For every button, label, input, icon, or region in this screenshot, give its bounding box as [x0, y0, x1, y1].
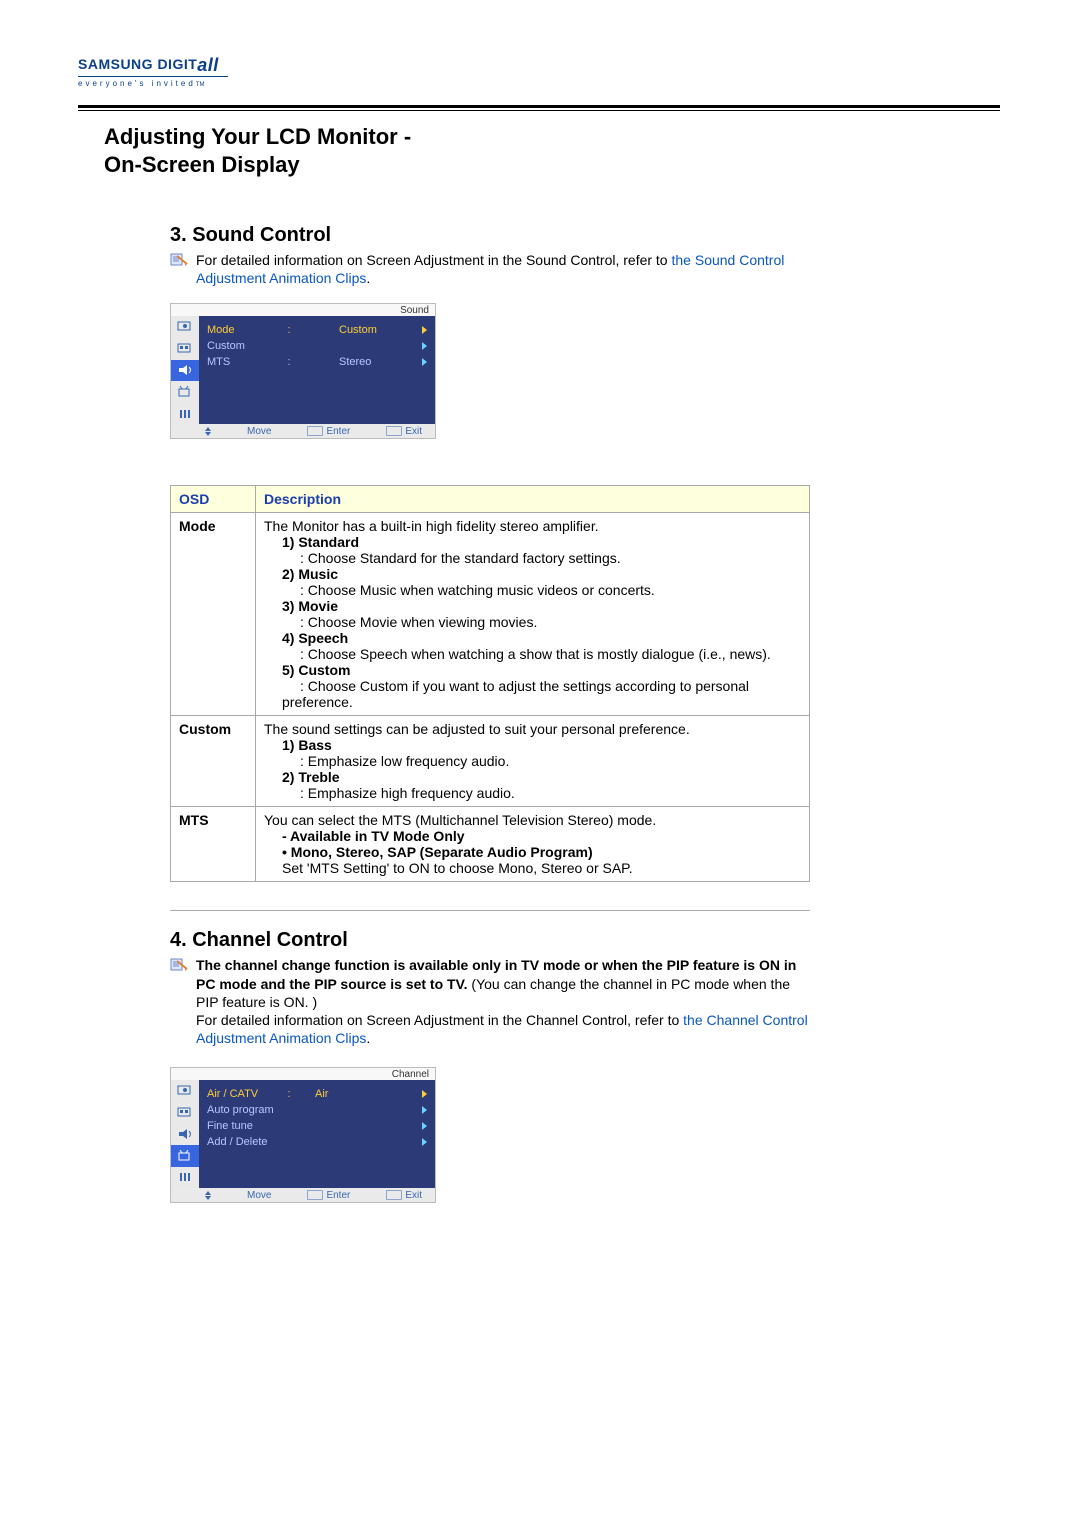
arrow-right-icon [422, 342, 427, 350]
osd-channel-preview: Channel Air / CATV : Air [170, 1067, 436, 1203]
header-rule-thin [78, 110, 1000, 111]
sound-description-table: OSD Description Mode The Monitor has a b… [170, 485, 810, 882]
osd-tab-setup-icon [171, 1167, 199, 1189]
osd-row-mode: Mode : Custom [207, 322, 427, 338]
osd-tab-channel-icon [171, 1145, 199, 1167]
arrow-right-icon [422, 358, 427, 366]
osd-tabs [171, 1080, 199, 1188]
osd-tab-picture-icon [171, 1080, 199, 1102]
logo-tagline: everyone's invited [78, 79, 196, 88]
tip-icon [170, 958, 188, 972]
table-header-osd: OSD [171, 486, 256, 513]
section-divider [170, 910, 810, 911]
table-header-desc: Description [256, 486, 810, 513]
table-row: Custom The sound settings can be adjuste… [171, 716, 810, 807]
osd-row-autoprogram: Auto program [207, 1102, 427, 1118]
osd-row-mts: MTS : Stereo [207, 354, 427, 370]
osd-tab-setup-icon [171, 403, 199, 425]
osd-tab-sound-icon [171, 360, 199, 382]
osd-sound-preview: Sound Mode : Custom [170, 303, 436, 439]
logo-tm: TM [196, 82, 205, 88]
enter-button-icon [307, 426, 323, 436]
page-title: Adjusting Your LCD Monitor -On-Screen Di… [78, 119, 498, 178]
enter-button-icon [307, 1190, 323, 1200]
osd-tab-channel-icon [171, 381, 199, 403]
arrow-right-icon [422, 1122, 427, 1130]
exit-button-icon [386, 1190, 402, 1200]
osd-bottombar: Move Enter Exit [171, 1188, 435, 1202]
osd-channel-title: Channel [392, 1069, 429, 1080]
tip-icon [170, 253, 188, 267]
osd-sound-title: Sound [400, 305, 429, 316]
logo: SAMSUNG DIGITall everyone's invitedTM [0, 0, 1080, 95]
osd-row-finetune: Fine tune [207, 1118, 427, 1134]
osd-row-aircatv: Air / CATV : Air [207, 1086, 427, 1102]
osd-bottombar: Move Enter Exit [171, 424, 435, 438]
channel-control-heading: 4. Channel Control [170, 929, 810, 952]
move-updown-icon [205, 427, 229, 436]
osd-row-adddelete: Add / Delete [207, 1134, 427, 1150]
logo-brand: SAMSUNG DIGIT [78, 56, 197, 72]
osd-tab-picture-icon [171, 316, 199, 338]
osd-tab-sound-icon [171, 1124, 199, 1146]
sound-control-heading: 3. Sound Control [170, 224, 810, 247]
sound-intro: For detailed information on Screen Adjus… [196, 251, 810, 287]
arrow-right-icon [422, 1138, 427, 1146]
move-updown-icon [205, 1191, 229, 1200]
logo-brand-suffix: all [197, 55, 219, 75]
arrow-right-icon [422, 1106, 427, 1114]
osd-row-custom: Custom [207, 338, 427, 354]
arrow-right-icon [422, 326, 427, 334]
page-title-block: Adjusting Your LCD Monitor -On-Screen Di… [78, 119, 1000, 178]
channel-intro: The channel change function is available… [196, 956, 810, 1047]
arrow-right-icon [422, 1090, 427, 1098]
table-row: Mode The Monitor has a built-in high fid… [171, 513, 810, 716]
osd-tabs [171, 316, 199, 424]
osd-tab-pip-icon [171, 1102, 199, 1124]
table-row: MTS You can select the MTS (Multichannel… [171, 807, 810, 882]
exit-button-icon [386, 426, 402, 436]
osd-tab-pip-icon [171, 338, 199, 360]
